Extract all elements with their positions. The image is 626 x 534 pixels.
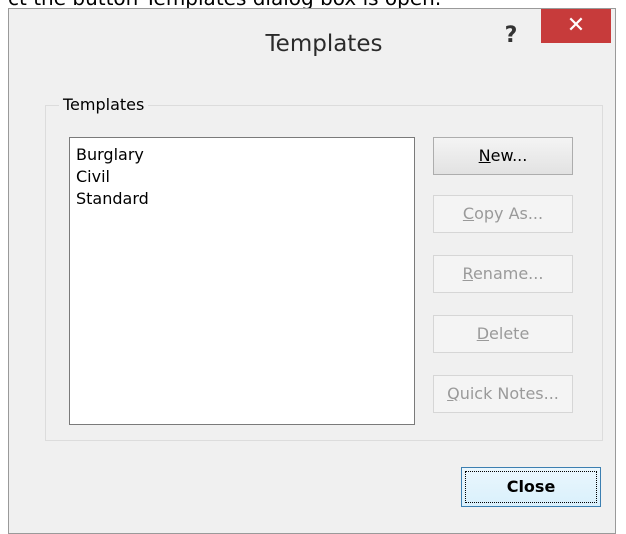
templates-listbox[interactable]: Burglary Civil Standard xyxy=(69,137,415,425)
list-item[interactable]: Burglary xyxy=(74,144,410,166)
rename-button-mnemonic: R xyxy=(462,264,473,283)
copy-as-button-mnemonic: C xyxy=(462,204,475,223)
quick-notes-button-label: uick Notes... xyxy=(459,384,559,403)
list-item[interactable]: Standard xyxy=(74,188,410,210)
dialog-title: Templates xyxy=(265,31,383,57)
title-bar: Templates ? ✕ xyxy=(9,9,615,75)
quick-notes-button-mnemonic: Q xyxy=(447,384,460,403)
rename-button-label: ename... xyxy=(472,264,544,283)
focus-ring xyxy=(465,471,597,503)
list-item[interactable]: Civil xyxy=(74,166,410,188)
delete-button-label: elete xyxy=(489,324,530,343)
new-button-label: ew... xyxy=(490,146,528,165)
background-caption-strip: ct the button Templates dialog box is op… xyxy=(0,0,626,8)
copy-as-button[interactable]: Copy As... xyxy=(433,195,573,233)
close-icon: ✕ xyxy=(566,13,586,38)
copy-as-button-label: opy As... xyxy=(474,204,544,223)
close-button[interactable]: Close xyxy=(461,467,601,507)
templates-dialog: Templates ? ✕ Templates Burglary Civil S… xyxy=(8,8,616,534)
delete-button-mnemonic: D xyxy=(476,324,490,343)
close-window-button[interactable]: ✕ xyxy=(541,9,611,43)
rename-button[interactable]: Rename... xyxy=(433,255,573,293)
background-caption: ct the button Templates dialog box is op… xyxy=(8,0,441,8)
groupbox-label: Templates xyxy=(59,95,149,114)
new-button-mnemonic: N xyxy=(478,146,491,165)
help-button[interactable]: ? xyxy=(496,21,526,51)
new-button[interactable]: New... xyxy=(433,137,573,175)
quick-notes-button[interactable]: Quick Notes... xyxy=(433,375,573,413)
delete-button[interactable]: Delete xyxy=(433,315,573,353)
